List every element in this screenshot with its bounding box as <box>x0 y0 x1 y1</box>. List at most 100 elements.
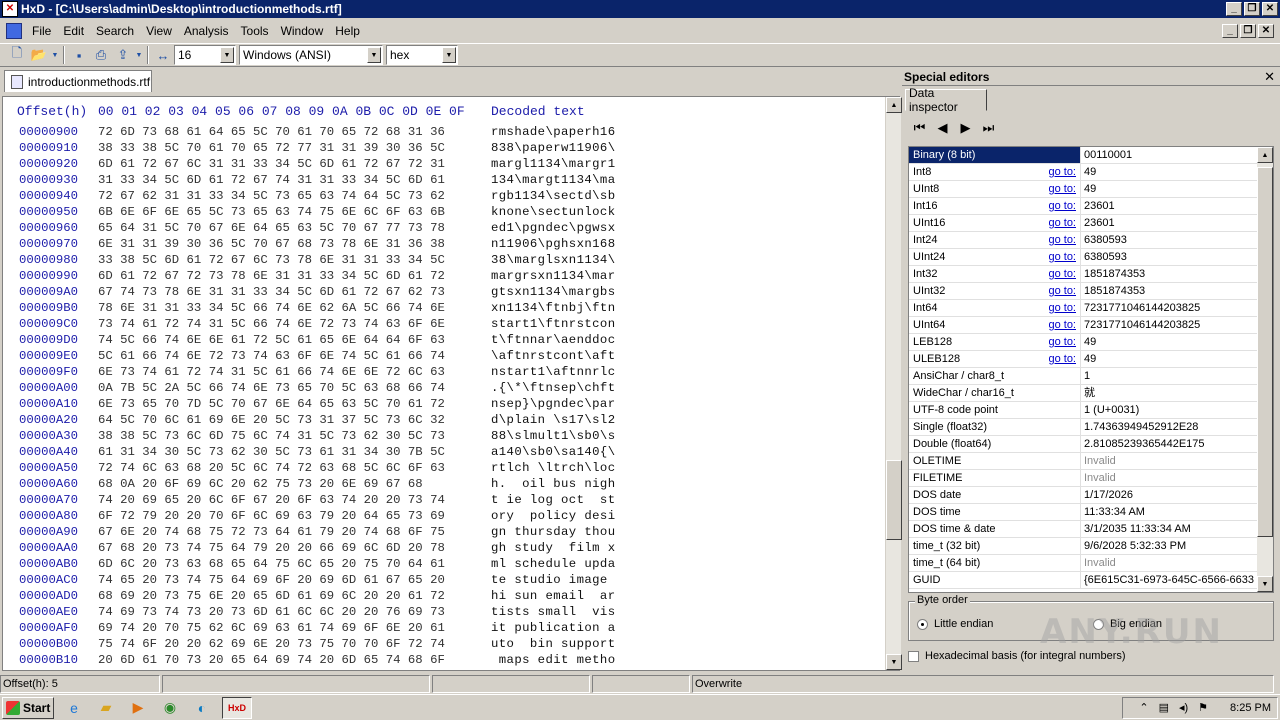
inspector-row[interactable]: Single (float32) 1.74363949452912E28 <box>909 419 1273 436</box>
inspector-value[interactable]: {6E615C31-6973-645C-6566-6633 <box>1081 572 1256 588</box>
goto-link[interactable]: go to: <box>1048 300 1076 316</box>
next-icon[interactable]: ▶ <box>954 120 977 136</box>
row-bytes[interactable]: 72 67 62 31 31 33 34 5C 73 65 63 74 64 5… <box>98 189 445 203</box>
close-button[interactable]: ✕ <box>1262 2 1278 16</box>
open-dropdown-icon[interactable]: ▼ <box>50 44 60 66</box>
hex-row[interactable]: 00000AD0 68 69 20 73 75 6E 20 65 6D 61 69… <box>3 589 883 605</box>
inspector-value[interactable]: 23601 <box>1081 215 1256 231</box>
inspector-row[interactable]: DOS date 1/17/2026 <box>909 487 1273 504</box>
row-bytes[interactable]: 72 74 6C 63 68 20 5C 6C 74 72 63 68 5C 6… <box>98 461 445 475</box>
row-bytes[interactable]: 78 6E 31 31 33 34 5C 66 74 6E 62 6A 5C 6… <box>98 301 445 315</box>
tab-data-inspector[interactable]: Data inspector <box>905 86 987 114</box>
inspector-row[interactable]: time_t (32 bit) 9/6/2028 5:32:33 PM <box>909 538 1273 555</box>
inspector-row[interactable]: UInt8 go to: 49 <box>909 181 1273 198</box>
goto-link[interactable]: go to: <box>1048 181 1076 197</box>
goto-link[interactable]: go to: <box>1048 266 1076 282</box>
row-bytes[interactable]: 61 31 34 30 5C 73 62 30 5C 73 61 31 34 3… <box>98 445 445 459</box>
inspector-row[interactable]: Int16 go to: 23601 <box>909 198 1273 215</box>
hex-row[interactable]: 00000990 6D 61 72 67 72 73 78 6E 31 31 33… <box>3 269 883 285</box>
inspector-value[interactable]: 就 <box>1081 385 1256 401</box>
goto-link[interactable]: go to: <box>1048 198 1076 214</box>
hex-row[interactable]: 00000A40 61 31 34 30 5C 73 62 30 5C 73 61… <box>3 445 883 461</box>
menu-view[interactable]: View <box>140 24 178 38</box>
goto-link[interactable]: go to: <box>1048 317 1076 333</box>
row-bytes[interactable]: 68 69 20 73 75 6E 20 65 6D 61 69 6C 20 2… <box>98 589 445 603</box>
goto-link[interactable]: go to: <box>1048 334 1076 350</box>
hex-row[interactable]: 00000AA0 67 68 20 73 74 75 64 79 20 20 66… <box>3 541 883 557</box>
row-decoded-text[interactable]: uto bin support <box>491 637 615 651</box>
hex-row[interactable]: 00000960 65 64 31 5C 70 67 6E 64 65 63 5C… <box>3 221 883 237</box>
row-decoded-text[interactable]: ory policy desi <box>491 509 615 523</box>
row-bytes[interactable]: 75 74 6F 20 20 62 69 6E 20 73 75 70 70 6… <box>98 637 445 651</box>
scroll-down-icon[interactable]: ▼ <box>886 654 902 670</box>
row-decoded-text[interactable]: 38\marglsxn1134\ <box>491 253 615 267</box>
menu-analysis[interactable]: Analysis <box>178 24 235 38</box>
last-icon[interactable]: ⏭ <box>977 120 1000 136</box>
hex-row[interactable]: 00000A00 0A 7B 5C 2A 5C 66 74 6E 73 65 70… <box>3 381 883 397</box>
row-decoded-text[interactable]: t ie log oct st <box>491 493 615 507</box>
hex-row[interactable]: 00000A30 38 38 5C 73 6C 6D 75 6C 74 31 5C… <box>3 429 883 445</box>
new-file-icon[interactable]: 🗋 <box>6 44 28 66</box>
row-bytes[interactable]: 38 33 38 5C 70 61 70 65 72 77 31 31 39 3… <box>98 141 445 155</box>
row-bytes[interactable]: 6D 61 72 67 6C 31 31 33 34 5C 6D 61 72 6… <box>98 157 445 171</box>
inspector-value[interactable]: Invalid <box>1081 453 1256 469</box>
row-decoded-text[interactable]: gn thursday thou <box>491 525 615 539</box>
hex-row[interactable]: 00000AE0 74 69 73 74 73 20 73 6D 61 6C 6C… <box>3 605 883 621</box>
inspector-row[interactable]: Double (float64) 2.81085239365442E175 <box>909 436 1273 453</box>
hex-row[interactable]: 00000950 6B 6E 6F 6E 65 5C 73 65 63 74 75… <box>3 205 883 221</box>
inspector-value[interactable]: 9/6/2028 5:32:33 PM <box>1081 538 1256 554</box>
hex-row[interactable]: 00000970 6E 31 31 39 30 36 5C 70 67 68 73… <box>3 237 883 253</box>
minimize-button[interactable]: _ <box>1226 2 1242 16</box>
hex-row[interactable]: 00000A50 72 74 6C 63 68 20 5C 6C 74 72 63… <box>3 461 883 477</box>
hex-row[interactable]: 00000B10 20 6D 61 70 73 20 65 64 69 74 20… <box>3 653 883 669</box>
menu-file[interactable]: File <box>26 24 57 38</box>
inspector-row[interactable]: GUID {6E615C31-6973-645C-6566-6633 <box>909 572 1273 589</box>
inspector-row[interactable]: Int8 go to: 49 <box>909 164 1273 181</box>
hex-row[interactable]: 00000A70 74 20 69 65 20 6C 6F 67 20 6F 63… <box>3 493 883 509</box>
inspector-row[interactable]: Int32 go to: 1851874353 <box>909 266 1273 283</box>
hxd-taskbar-button[interactable]: HxD <box>222 696 252 719</box>
hex-editor[interactable]: Offset(h) 00 01 02 03 04 05 06 07 08 09 … <box>2 96 902 671</box>
scroll-down-icon[interactable]: ▼ <box>1257 576 1273 592</box>
row-decoded-text[interactable]: margrsxn1134\mar <box>491 269 615 283</box>
clock[interactable]: 8:25 PM <box>1230 702 1271 714</box>
inspector-row[interactable]: time_t (64 bit) Invalid <box>909 555 1273 572</box>
inspector-value[interactable]: 2.81085239365442E175 <box>1081 436 1256 452</box>
little-endian-radio[interactable]: Little endian <box>917 618 993 630</box>
row-decoded-text[interactable]: xn1134\ftnbj\ftn <box>491 301 615 315</box>
row-decoded-text[interactable]: 134\margt1134\ma <box>491 173 615 187</box>
inspector-value[interactable]: 49 <box>1081 351 1256 367</box>
row-bytes[interactable]: 67 74 73 78 6E 31 31 33 34 5C 6D 61 72 6… <box>98 285 445 299</box>
row-bytes[interactable]: 74 20 69 65 20 6C 6F 67 20 6F 63 74 20 2… <box>98 493 445 507</box>
alert-icon[interactable]: ⚑ <box>1198 701 1208 714</box>
inspector-value[interactable]: 7231771046144203825 <box>1081 300 1256 316</box>
print-icon[interactable]: ⎙ <box>90 44 112 66</box>
menu-window[interactable]: Window <box>275 24 330 38</box>
row-decoded-text[interactable]: te studio image <box>491 573 615 587</box>
inspector-row[interactable]: LEB128 go to: 49 <box>909 334 1273 351</box>
inspector-scrollbar[interactable]: ▲ ▼ <box>1257 147 1273 592</box>
goto-link[interactable]: go to: <box>1048 351 1076 367</box>
inspector-row[interactable]: UInt32 go to: 1851874353 <box>909 283 1273 300</box>
start-button[interactable]: Start <box>2 696 54 719</box>
maximize-button[interactable]: ❐ <box>1244 2 1260 16</box>
tab-introductionmethods[interactable]: introductionmethods.rtf <box>4 70 152 92</box>
row-decoded-text[interactable]: 88\slmult1\sb0\s <box>491 429 615 443</box>
inspector-row[interactable]: ULEB128 go to: 49 <box>909 351 1273 368</box>
row-bytes[interactable]: 6E 73 65 70 7D 5C 70 67 6E 64 65 63 5C 7… <box>98 397 445 411</box>
export-icon[interactable]: ⇪ <box>112 44 134 66</box>
row-decoded-text[interactable]: ed1\pgndec\pgwsx <box>491 221 615 235</box>
inspector-value[interactable]: 00110001 <box>1081 147 1256 163</box>
inspector-row[interactable]: UInt64 go to: 7231771046144203825 <box>909 317 1273 334</box>
folder-icon[interactable]: ▰ <box>94 697 118 719</box>
row-decoded-text[interactable]: n11906\pghsxn168 <box>491 237 615 251</box>
network-icon[interactable]: ▤ <box>1159 701 1169 714</box>
chevron-down-icon[interactable]: ▼ <box>442 47 456 63</box>
row-bytes[interactable]: 67 6E 20 74 68 75 72 73 64 61 79 20 74 6… <box>98 525 445 539</box>
row-decoded-text[interactable]: 838\paperw11906\ <box>491 141 615 155</box>
row-bytes[interactable]: 6B 6E 6F 6E 65 5C 73 65 63 74 75 6E 6C 6… <box>98 205 445 219</box>
inspector-value[interactable]: 1/17/2026 <box>1081 487 1256 503</box>
inspector-value[interactable]: 6380593 <box>1081 232 1256 248</box>
hex-row[interactable]: 00000A10 6E 73 65 70 7D 5C 70 67 6E 64 65… <box>3 397 883 413</box>
row-bytes[interactable]: 68 0A 20 6F 69 6C 20 62 75 73 20 6E 69 6… <box>98 477 423 491</box>
